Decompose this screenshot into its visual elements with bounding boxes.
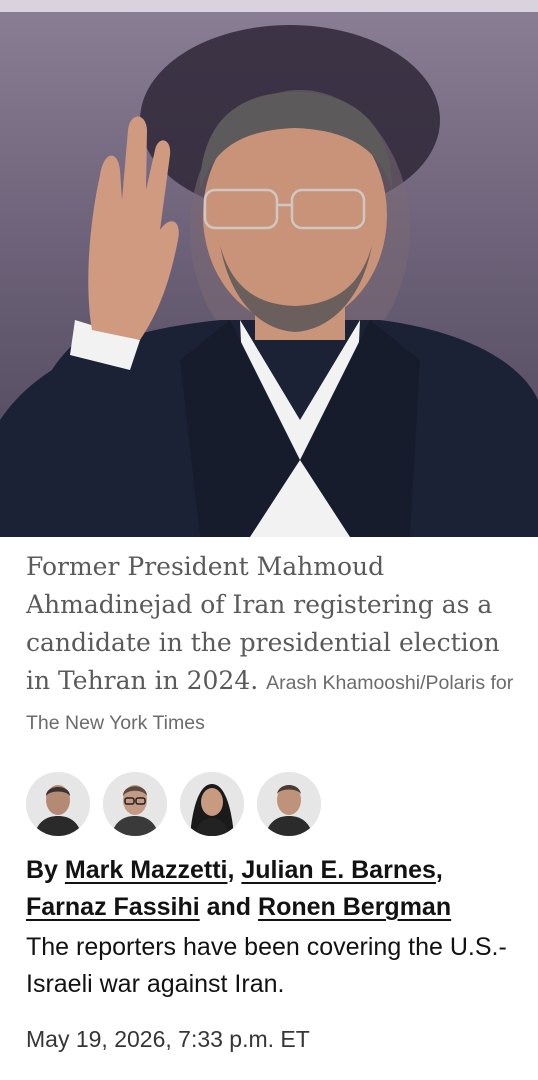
avatar-ronen-bergman[interactable] bbox=[257, 772, 321, 836]
photo-caption: Former President Mahmoud Ahmadinejad of … bbox=[26, 548, 516, 742]
byline-separator: , bbox=[435, 856, 443, 884]
publish-timestamp: May 19, 2026, 7:33 p.m. ET bbox=[26, 1026, 310, 1052]
avatar-julian-barnes[interactable] bbox=[103, 772, 167, 836]
hero-photo[interactable] bbox=[0, 0, 538, 537]
hand bbox=[88, 116, 179, 340]
photo-illustration bbox=[0, 25, 538, 537]
avatar-mark-mazzetti[interactable] bbox=[26, 772, 90, 836]
avatar-farnaz-fassihi[interactable] bbox=[180, 772, 244, 836]
byline-separator: , bbox=[227, 856, 235, 884]
author-link-ronen-bergman[interactable]: Ronen Bergman bbox=[258, 893, 451, 921]
byline-prefix: By bbox=[26, 856, 58, 884]
author-link-farnaz-fassihi[interactable]: Farnaz Fassihi bbox=[26, 893, 200, 921]
byline: By Mark Mazzetti, Julian E. Barnes, Farna… bbox=[26, 852, 526, 926]
author-link-mark-mazzetti[interactable]: Mark Mazzetti bbox=[65, 856, 228, 884]
byline-conjunction: and bbox=[206, 893, 252, 921]
reporters-description: The reporters have been covering the U.S… bbox=[26, 933, 507, 998]
author-link-julian-barnes[interactable]: Julian E. Barnes bbox=[241, 856, 436, 884]
